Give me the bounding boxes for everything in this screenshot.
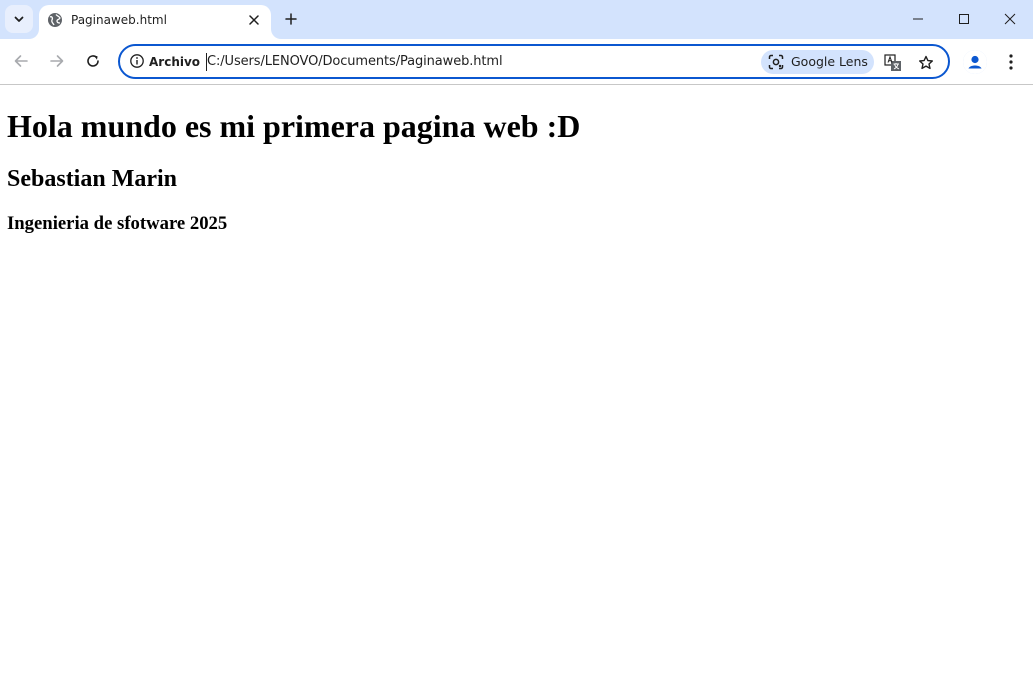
back-button[interactable] xyxy=(9,49,33,73)
forward-button[interactable] xyxy=(45,49,69,73)
translate-button[interactable] xyxy=(882,52,904,74)
arrow-right-icon xyxy=(50,55,64,67)
minimize-button[interactable] xyxy=(895,0,941,38)
chevron-down-icon xyxy=(14,16,24,22)
star-icon xyxy=(919,55,933,70)
translate-icon xyxy=(884,54,901,71)
google-lens-label: Google Lens xyxy=(791,54,868,69)
address-bar[interactable]: Archivo C:/Users/LENOVO/Documents/Pagina… xyxy=(118,44,950,79)
info-icon[interactable] xyxy=(129,53,145,69)
minimize-icon xyxy=(913,18,923,20)
browser-menu-button[interactable] xyxy=(1000,50,1022,74)
maximize-icon xyxy=(959,14,969,24)
google-lens-button[interactable]: Google Lens xyxy=(761,50,874,74)
tab-title: Paginaweb.html xyxy=(71,13,167,27)
new-tab-button[interactable] xyxy=(280,8,302,30)
active-tab[interactable]: Paginaweb.html xyxy=(39,5,271,39)
url-input[interactable]: C:/Users/LENOVO/Documents/Paginaweb.html xyxy=(207,54,503,70)
bookmark-button[interactable] xyxy=(915,52,937,74)
browser-toolbar: Archivo C:/Users/LENOVO/Documents/Pagina… xyxy=(0,39,1033,85)
page-heading-2: Sebastian Marin xyxy=(7,166,178,192)
page-heading-1: Hola mundo es mi primera pagina web :D xyxy=(7,108,581,144)
page-heading-3: Ingenieria de sfotware 2025 xyxy=(7,213,228,234)
arrow-left-icon xyxy=(14,55,28,67)
profile-button[interactable] xyxy=(963,50,987,74)
page-viewport: Hola mundo es mi primera pagina web :D S… xyxy=(0,86,1033,697)
close-icon xyxy=(1004,13,1016,25)
more-vertical-icon xyxy=(1009,54,1013,70)
tab-strip: Paginaweb.html xyxy=(0,0,1033,39)
maximize-button[interactable] xyxy=(941,0,987,38)
tab-close-button[interactable] xyxy=(244,10,264,30)
reload-button[interactable] xyxy=(81,49,105,73)
close-icon xyxy=(249,15,259,25)
plus-icon xyxy=(285,13,297,25)
reload-icon xyxy=(87,55,99,67)
camera-search-icon xyxy=(768,54,784,70)
globe-icon xyxy=(48,13,62,27)
window-close-button[interactable] xyxy=(987,0,1033,38)
site-info-label[interactable]: Archivo xyxy=(149,54,200,70)
avatar-icon xyxy=(963,50,987,74)
